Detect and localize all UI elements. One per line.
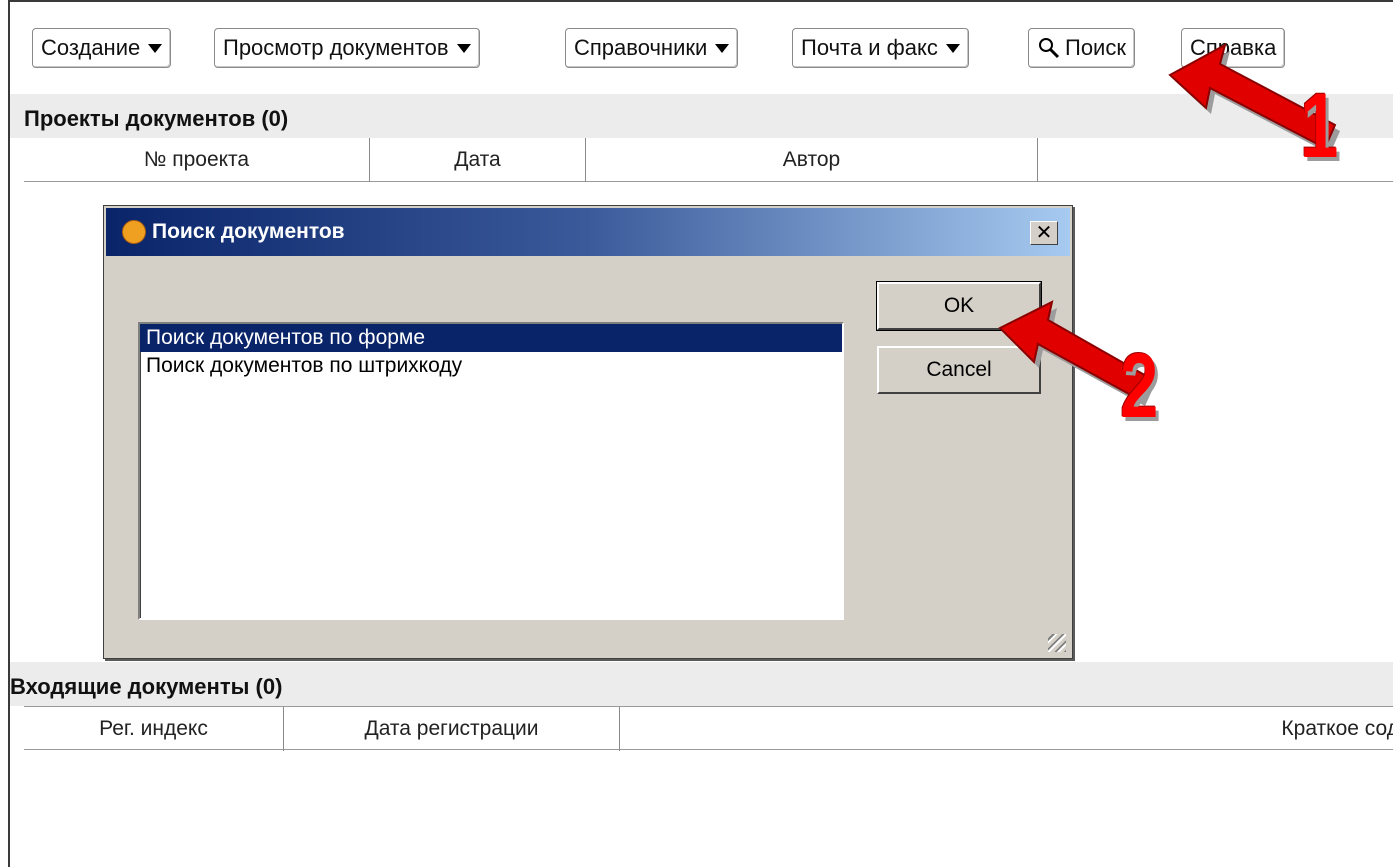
search-documents-dialog: Поиск документов ✕ Поиск документов по ф… <box>103 205 1073 659</box>
annotation-step-2: 2 <box>1120 335 1159 437</box>
search-type-list[interactable]: Поиск документов по форме Поиск документ… <box>138 322 844 620</box>
incoming-column-header: Рег. индекс Дата регистрации Краткое сод <box>24 706 1393 751</box>
column-summary[interactable]: Краткое сод <box>620 707 1393 751</box>
projects-section-title: Проекты документов (0) <box>24 106 289 131</box>
column-reg-index[interactable]: Рег. индекс <box>24 707 284 751</box>
incoming-section-header: Входящие документы (0) <box>10 662 1393 706</box>
search-button[interactable]: Поиск <box>1028 28 1135 68</box>
create-menu-button[interactable]: Создание <box>32 28 172 68</box>
search-button-label: Поиск <box>1065 35 1126 60</box>
chevron-down-icon <box>148 43 163 53</box>
chevron-down-icon <box>715 43 730 53</box>
magnifier-icon <box>1039 38 1060 59</box>
directories-menu-button[interactable]: Справочники <box>565 28 739 68</box>
list-item-search-by-barcode[interactable]: Поиск документов по штрихкоду <box>140 352 842 380</box>
incoming-section-title: Входящие документы (0) <box>10 674 283 699</box>
create-menu-label: Создание <box>41 35 141 60</box>
column-author[interactable]: Автор <box>586 138 1038 182</box>
column-reg-date[interactable]: Дата регистрации <box>284 707 620 751</box>
resize-grip-icon[interactable] <box>1048 634 1066 652</box>
view-documents-menu-button[interactable]: Просмотр документов <box>214 28 480 68</box>
dialog-title-bar[interactable]: Поиск документов ✕ <box>106 208 1070 256</box>
chevron-down-icon <box>456 43 471 53</box>
annotation-step-1: 1 <box>1300 75 1339 177</box>
dialog-title: Поиск документов <box>152 220 345 243</box>
list-item-search-by-form[interactable]: Поиск документов по форме <box>140 324 842 352</box>
chevron-down-icon <box>945 43 960 53</box>
mail-fax-menu-button[interactable]: Почта и факс <box>792 28 969 68</box>
mail-fax-menu-label: Почта и факс <box>801 35 938 60</box>
directories-menu-label: Справочники <box>574 35 708 60</box>
app-icon <box>122 220 146 244</box>
close-icon[interactable]: ✕ <box>1030 221 1058 245</box>
column-project-number[interactable]: № проекта <box>24 138 370 182</box>
view-documents-menu-label: Просмотр документов <box>223 35 449 60</box>
column-date[interactable]: Дата <box>370 138 586 182</box>
